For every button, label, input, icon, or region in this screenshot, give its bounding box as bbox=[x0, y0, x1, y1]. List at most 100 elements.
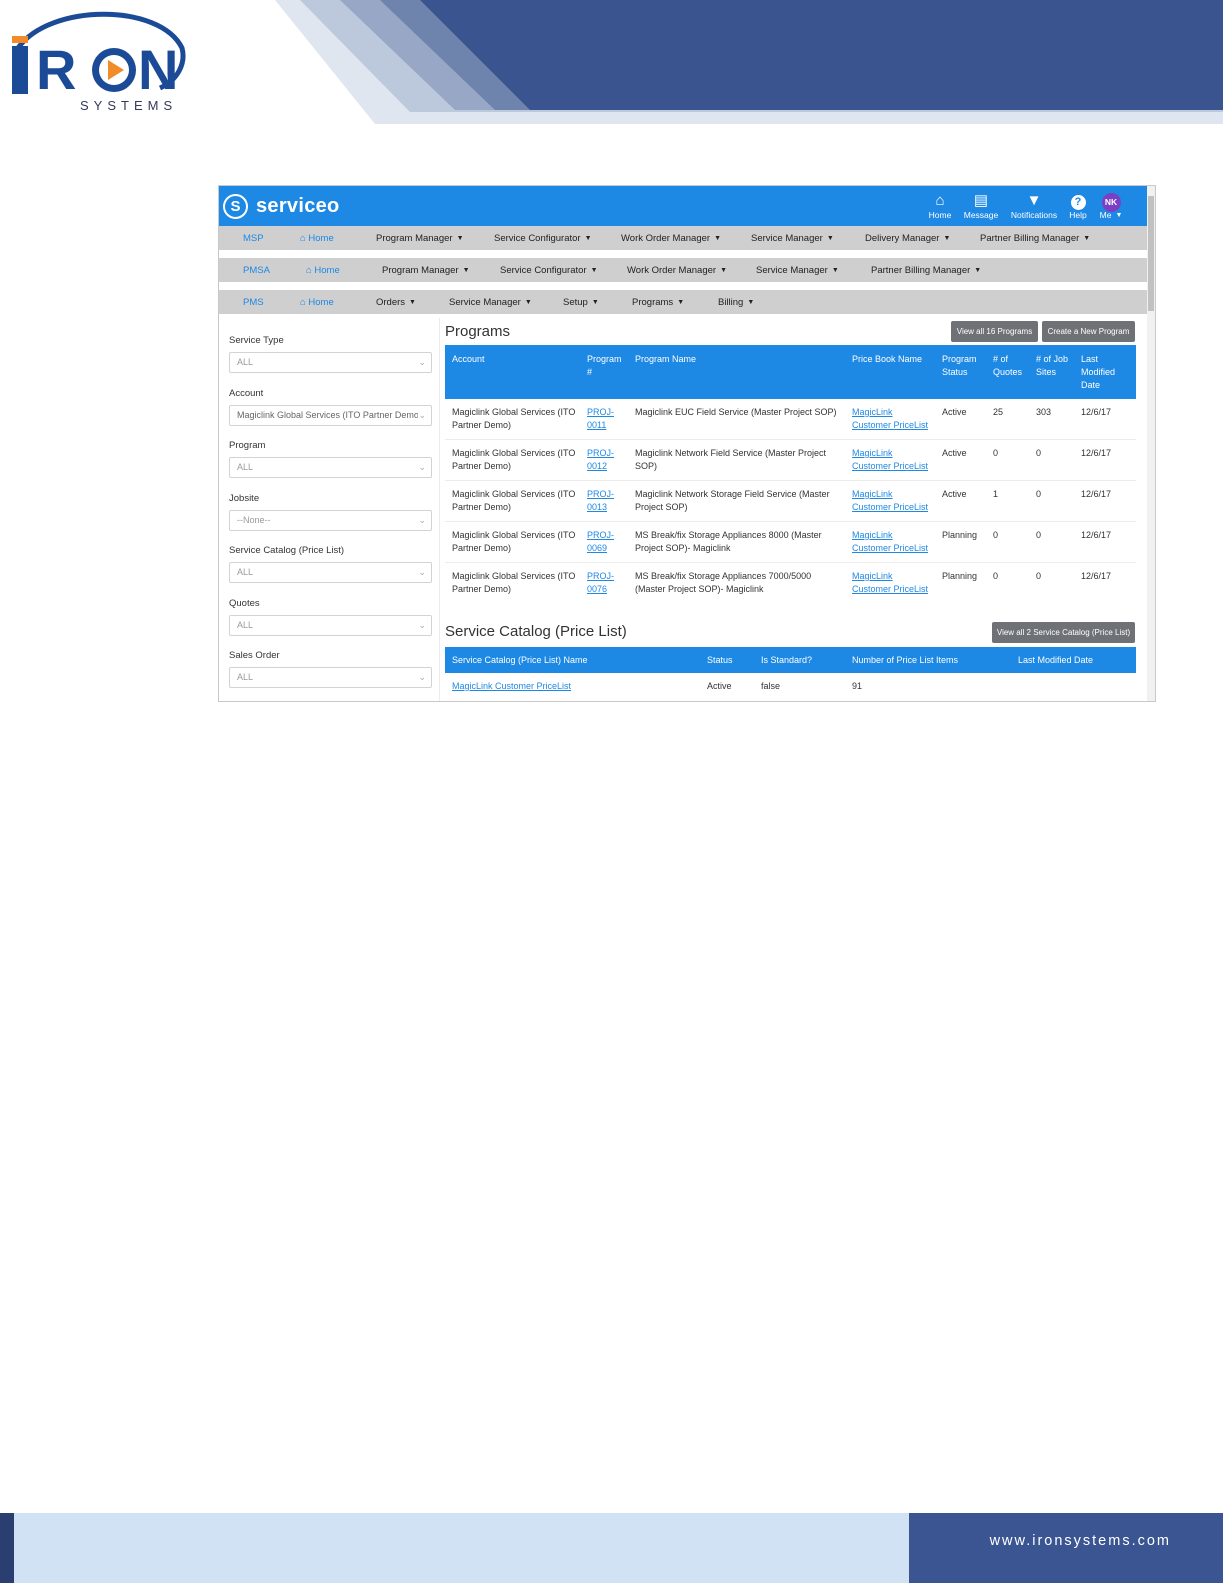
jobsite-select[interactable]: --None-- ⌄ bbox=[229, 510, 432, 531]
col-catalog-name[interactable]: Service Catalog (Price List) Name bbox=[452, 654, 588, 667]
col-quotes[interactable]: # of Quotes bbox=[993, 353, 1029, 379]
col-price-list-items[interactable]: Number of Price List Items bbox=[852, 654, 958, 667]
menu-item-service-manager[interactable]: Service Manager ▼ bbox=[449, 297, 532, 308]
program-number-link[interactable]: PROJ-0076 bbox=[587, 570, 621, 596]
menu-home-pms[interactable]: ⌂ Home bbox=[300, 297, 334, 308]
scrollbar-thumb[interactable] bbox=[1148, 196, 1154, 311]
chevron-down-icon: ⌄ bbox=[418, 620, 426, 630]
program-number-link[interactable]: PROJ-0069 bbox=[587, 529, 621, 555]
col-program-status[interactable]: Program Status bbox=[942, 353, 982, 379]
program-select[interactable]: ALL ⌄ bbox=[229, 457, 432, 478]
menu-item-billing[interactable]: Billing ▼ bbox=[718, 297, 754, 308]
top-me-menu[interactable]: NK Me ▼ bbox=[1087, 191, 1135, 220]
col-price-book-name[interactable]: Price Book Name bbox=[852, 353, 922, 366]
app-logo[interactable]: S serviceo bbox=[223, 194, 340, 219]
quotes-select[interactable]: ALL ⌄ bbox=[229, 615, 432, 636]
cell-program-name: Magiclink Network Field Service (Master … bbox=[635, 448, 827, 471]
price-book-link[interactable]: MagicLink Customer PriceList bbox=[852, 447, 934, 473]
menu-home-msp[interactable]: ⌂ Home bbox=[300, 233, 334, 244]
menu-item-work-order-manager[interactable]: Work Order Manager ▼ bbox=[627, 265, 727, 276]
table-row: Magiclink Global Services (ITO Partner D… bbox=[445, 522, 1136, 563]
cell-modified: 12/6/17 bbox=[1081, 571, 1112, 581]
account-select[interactable]: Magiclink Global Services (ITO Partner D… bbox=[229, 405, 432, 426]
programs-title: Programs bbox=[445, 323, 511, 340]
catalog-table-header: Service Catalog (Price List) Name Status… bbox=[445, 647, 1136, 673]
menu-tag-msp[interactable]: MSP bbox=[243, 233, 264, 244]
menu-item-partner-billing-manager[interactable]: Partner Billing Manager ▼ bbox=[871, 265, 981, 276]
menu-tag-pmsa[interactable]: PMSA bbox=[243, 265, 270, 276]
bell-icon: ▼ bbox=[1026, 192, 1042, 209]
menu-item-program-manager[interactable]: Program Manager ▼ bbox=[382, 265, 470, 276]
filter-panel: Service Type ALL ⌄ Account Magiclink Glob… bbox=[221, 318, 440, 701]
table-row: Magiclink Global Services (ITO Partner D… bbox=[445, 440, 1136, 481]
menu-item-orders[interactable]: Orders ▼ bbox=[376, 297, 416, 308]
menu-item-programs[interactable]: Programs ▼ bbox=[632, 297, 684, 308]
footer-url[interactable]: www.ironsystems.com bbox=[990, 1533, 1171, 1549]
filter-label-service-catalog: Service Catalog (Price List) bbox=[229, 545, 345, 556]
menu-item-service-configurator[interactable]: Service Configurator ▼ bbox=[500, 265, 598, 276]
top-message-label: Message bbox=[963, 210, 999, 220]
menu-item-work-order-manager[interactable]: Work Order Manager ▼ bbox=[621, 233, 721, 244]
view-all-catalog-button[interactable]: View all 2 Service Catalog (Price List) bbox=[992, 622, 1135, 643]
menu-item-service-configurator[interactable]: Service Configurator ▼ bbox=[494, 233, 592, 244]
sales-order-select[interactable]: ALL ⌄ bbox=[229, 667, 432, 688]
col-program-number[interactable]: Program # bbox=[587, 353, 625, 379]
col-is-standard[interactable]: Is Standard? bbox=[761, 654, 812, 667]
program-number-link[interactable]: PROJ-0013 bbox=[587, 488, 621, 514]
chevron-down-icon: ⌄ bbox=[418, 406, 426, 425]
price-book-link[interactable]: MagicLink Customer PriceList bbox=[852, 488, 934, 514]
service-catalog-select[interactable]: ALL ⌄ bbox=[229, 562, 432, 583]
cell-account: Magiclink Global Services (ITO Partner D… bbox=[452, 407, 576, 430]
menu-item-program-manager[interactable]: Program Manager ▼ bbox=[376, 233, 464, 244]
catalog-name-link[interactable]: MagicLink Customer PriceList bbox=[452, 680, 571, 693]
menu-item-partner-billing-manager[interactable]: Partner Billing Manager ▼ bbox=[980, 233, 1090, 244]
filter-label-program: Program bbox=[229, 440, 266, 451]
footer-stripe bbox=[0, 1513, 14, 1583]
cell-job-sites: 0 bbox=[1036, 530, 1042, 540]
col-program-name[interactable]: Program Name bbox=[635, 353, 696, 366]
chevron-down-icon: ⌄ bbox=[418, 672, 426, 682]
iron-systems-logo: R N SYSTEMS bbox=[10, 8, 190, 118]
top-notifications-button[interactable]: ▼ Notifications bbox=[1008, 191, 1060, 220]
menu-item-delivery-manager[interactable]: Delivery Manager ▼ bbox=[865, 233, 950, 244]
menu-item-setup[interactable]: Setup ▼ bbox=[563, 297, 599, 308]
logo-subtitle: SYSTEMS bbox=[80, 98, 178, 113]
top-message-button[interactable]: ▤ Message bbox=[957, 191, 1005, 220]
table-row: MagicLink Customer PriceList Active fals… bbox=[445, 673, 1136, 701]
cell-quotes: 1 bbox=[993, 489, 999, 499]
vertical-scrollbar[interactable] bbox=[1147, 186, 1155, 701]
col-catalog-modified[interactable]: Last Modified Date bbox=[1018, 654, 1093, 667]
col-job-sites[interactable]: # of Job Sites bbox=[1036, 353, 1074, 379]
view-all-programs-button[interactable]: View all 16 Programs bbox=[951, 321, 1038, 342]
program-number-link[interactable]: PROJ-0011 bbox=[587, 406, 621, 432]
col-last-modified[interactable]: Last Modified Date bbox=[1081, 353, 1121, 392]
cell-is-standard: false bbox=[761, 681, 781, 691]
table-row: Magiclink Global Services (ITO Partner D… bbox=[445, 481, 1136, 522]
col-catalog-status[interactable]: Status bbox=[707, 654, 733, 667]
menu-item-service-manager[interactable]: Service Manager ▼ bbox=[751, 233, 834, 244]
cell-modified: 12/6/17 bbox=[1081, 448, 1112, 458]
cell-job-sites: 0 bbox=[1036, 448, 1042, 458]
menu-item-service-manager[interactable]: Service Manager ▼ bbox=[756, 265, 839, 276]
create-program-button[interactable]: Create a New Program bbox=[1042, 321, 1135, 342]
price-book-link[interactable]: MagicLink Customer PriceList bbox=[852, 570, 934, 596]
cell-status: Active bbox=[942, 448, 967, 458]
cell-quotes: 0 bbox=[993, 448, 999, 458]
menu-tag-pms[interactable]: PMS bbox=[243, 297, 264, 308]
top-notifications-label: Notifications bbox=[1010, 210, 1058, 220]
menu-bar-msp: MSP ⌂ Home Program Manager ▼ Service Conf… bbox=[219, 226, 1155, 250]
menu-bar-pmsa: PMSA ⌂ Home Program Manager ▼ Service Con… bbox=[219, 258, 1155, 282]
program-number-link[interactable]: PROJ-0012 bbox=[587, 447, 621, 473]
cell-quotes: 25 bbox=[993, 407, 1004, 417]
service-type-select[interactable]: ALL ⌄ bbox=[229, 352, 432, 373]
menu-home-pmsa[interactable]: ⌂ Home bbox=[306, 265, 340, 276]
programs-table-header: Account Program # Program Name Price Boo… bbox=[445, 345, 1136, 399]
cell-account: Magiclink Global Services (ITO Partner D… bbox=[452, 530, 576, 553]
col-account[interactable]: Account bbox=[452, 353, 485, 366]
top-me-label: Me bbox=[1099, 210, 1112, 220]
filter-label-sales-order: Sales Order bbox=[229, 650, 280, 661]
cell-job-sites: 0 bbox=[1036, 489, 1042, 499]
price-book-link[interactable]: MagicLink Customer PriceList bbox=[852, 406, 934, 432]
logo-dot bbox=[12, 36, 28, 43]
price-book-link[interactable]: MagicLink Customer PriceList bbox=[852, 529, 934, 555]
